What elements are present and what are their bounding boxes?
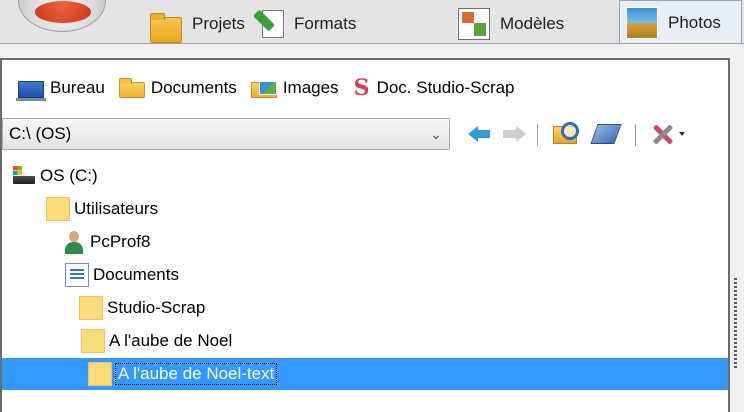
folder-icon: [81, 329, 105, 353]
tab-strip: Projets Formats Modèles Photos: [0, 0, 744, 44]
tree-node-a-laube-de-noel[interactable]: A l'aube de Noel: [81, 325, 232, 357]
tab-strip-border: [0, 43, 744, 44]
folder-icon: [46, 197, 70, 221]
send-icon[interactable]: [591, 120, 619, 148]
favorite-label: Images: [282, 78, 339, 97]
favorite-bureau[interactable]: Bureau: [16, 78, 105, 101]
path-toolbar: C:\ (OS) ⌄: [2, 118, 728, 152]
projects-folder-icon: [150, 13, 182, 43]
back-arrow-icon[interactable]: [466, 120, 494, 148]
studio-scrap-icon: S: [353, 75, 370, 101]
tree-node-label: Documents: [93, 265, 179, 284]
desktop-icon: [16, 80, 46, 101]
tree-node-label: Utilisateurs: [74, 199, 159, 218]
tab-label: Formats: [294, 14, 357, 33]
user-icon: [62, 230, 86, 254]
tree-node-label: Studio-Scrap: [107, 298, 206, 317]
toolbar-separator: [635, 124, 636, 146]
tab-modeles[interactable]: Modèles: [458, 4, 564, 44]
drive-icon: [12, 164, 36, 188]
panel-splitter[interactable]: [730, 58, 744, 412]
folder-icon: [88, 362, 112, 386]
tree-node-label: PcProf8: [90, 232, 151, 251]
tree-node-studio-scrap[interactable]: Studio-Scrap: [79, 292, 205, 324]
explorer-panel: Bureau Documents Images S Doc. Studio-Sc…: [0, 58, 730, 412]
favorite-label: Bureau: [50, 78, 105, 97]
toolbar-separator: [537, 124, 538, 146]
resize-grip-icon[interactable]: [734, 278, 737, 370]
tab-photos[interactable]: Photos: [619, 0, 742, 44]
tree-node-label: A l'aube de Noel-text: [114, 363, 278, 385]
favorite-documents[interactable]: Documents: [118, 78, 237, 98]
tab-label: Photos: [668, 12, 721, 32]
favorite-images[interactable]: Images: [250, 78, 339, 98]
dropdown-arrow-icon: [679, 132, 685, 136]
favorites-bar: Bureau Documents Images S Doc. Studio-Sc…: [16, 72, 529, 104]
search-folder-icon[interactable]: [551, 120, 579, 148]
tree-node-a-laube-de-noel-text[interactable]: A l'aube de Noel-text: [2, 358, 728, 390]
documents-icon: [65, 263, 89, 287]
tree-node-os-c[interactable]: OS (C:): [12, 160, 98, 192]
chevron-down-icon[interactable]: ⌄: [423, 126, 449, 143]
images-folder-icon: [250, 81, 277, 98]
tab-label: Projets: [192, 14, 245, 33]
app-logo-icon: [35, 1, 91, 23]
favorite-doc-studio-scrap[interactable]: S Doc. Studio-Scrap: [353, 77, 515, 99]
tree-node-pcprof8[interactable]: PcProf8: [62, 226, 150, 258]
formats-icon: [252, 8, 284, 40]
app-menu-button[interactable]: [18, 0, 106, 32]
tab-formats[interactable]: Formats: [252, 4, 356, 44]
tree-node-utilisateurs[interactable]: Utilisateurs: [46, 193, 158, 225]
path-value: C:\ (OS): [9, 124, 72, 143]
folder-icon: [79, 296, 103, 320]
folder-icon: [118, 78, 145, 98]
tab-projets[interactable]: Projets: [150, 4, 245, 44]
tools-icon[interactable]: [647, 120, 689, 148]
tree-node-label: A l'aube de Noel: [109, 331, 233, 350]
tree-node-documents[interactable]: Documents: [65, 259, 179, 291]
photos-icon: [626, 6, 658, 39]
path-dropdown[interactable]: C:\ (OS) ⌄: [2, 118, 450, 150]
favorite-label: Documents: [150, 78, 237, 97]
tree-node-label: OS (C:): [40, 166, 98, 185]
favorite-label: Doc. Studio-Scrap: [376, 78, 515, 97]
templates-icon: [458, 8, 490, 40]
forward-arrow-icon[interactable]: [500, 120, 528, 148]
tab-label: Modèles: [500, 14, 565, 33]
